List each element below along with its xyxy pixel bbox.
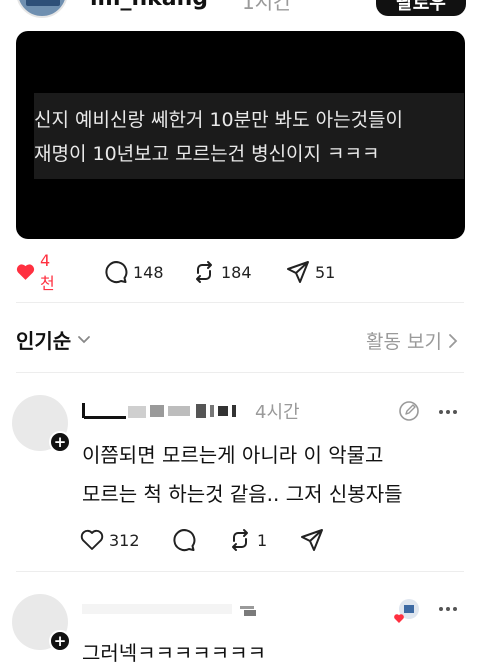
comment-time: 4시간 <box>255 402 300 423</box>
comment-count: 148 <box>133 262 164 282</box>
redacted-username[interactable] <box>80 598 270 620</box>
comment-icon <box>105 261 128 284</box>
activity-label: 활동 보기 <box>366 331 442 353</box>
heart-icon <box>80 529 104 550</box>
author-avatar[interactable] <box>16 0 68 18</box>
edit-icon[interactable] <box>398 400 420 422</box>
more-icon[interactable] <box>438 606 458 612</box>
repost-icon <box>196 261 212 283</box>
more-icon[interactable] <box>438 409 458 415</box>
divider <box>16 571 464 572</box>
repost-button[interactable]: 184 <box>192 258 252 286</box>
author-username[interactable]: im_nkang <box>90 0 208 11</box>
comment-reply-button[interactable] <box>172 526 196 554</box>
repost-icon <box>232 529 248 551</box>
comment-like-button[interactable]: 312 <box>80 526 140 554</box>
share-icon <box>301 529 323 551</box>
divider <box>16 302 464 303</box>
like-count: 4천 <box>40 250 55 293</box>
activity-link[interactable]: 활동 보기 <box>366 327 458 354</box>
post-time: 1시간 <box>242 0 292 14</box>
chevron-right-icon <box>449 333 458 348</box>
heart-icon <box>16 264 35 280</box>
share-count: 51 <box>315 262 336 282</box>
sort-label: 인기순 <box>16 329 72 353</box>
repost-count: 184 <box>221 262 252 282</box>
liked-by-author-avatar <box>394 599 419 623</box>
sort-dropdown[interactable]: 인기순 <box>16 325 91 354</box>
comment-repost-count: 1 <box>257 530 268 550</box>
redacted-username[interactable] <box>80 400 250 422</box>
comment-share-button[interactable] <box>300 526 324 554</box>
comment-like-count: 312 <box>109 530 140 550</box>
plus-icon[interactable]: + <box>49 431 71 453</box>
share-icon <box>287 261 309 283</box>
chevron-down-icon <box>78 335 91 343</box>
comment-text-line-2: 모르는 척 하는것 같음.. 그저 신봉자들 <box>82 482 403 506</box>
comment-icon <box>173 529 196 552</box>
follow-button[interactable]: 팔로우 <box>376 0 466 16</box>
post-media[interactable]: 신지 예비신랑 쎄한거 10분만 봐도 아는것들이 재명이 10년보고 모르는건… <box>16 31 465 239</box>
caption-line-2: 재명이 10년보고 모르는건 병신이지 ㅋㅋㅋ <box>34 143 380 165</box>
caption-line-1: 신지 예비신랑 쎄한거 10분만 봐도 아는것들이 <box>34 109 404 131</box>
plus-icon[interactable]: + <box>49 630 71 652</box>
comment-text-line-1: 이쯤되면 모르는게 아니라 이 악물고 <box>82 443 384 467</box>
share-button[interactable]: 51 <box>286 258 335 286</box>
comment-button[interactable]: 148 <box>104 258 164 286</box>
comment-text: 그러넥ㅋㅋㅋㅋㅋㅋㅋ <box>82 641 266 665</box>
like-button[interactable]: 4천 <box>16 251 60 293</box>
comment-repost-button[interactable]: 1 <box>228 526 267 554</box>
divider <box>16 372 464 373</box>
